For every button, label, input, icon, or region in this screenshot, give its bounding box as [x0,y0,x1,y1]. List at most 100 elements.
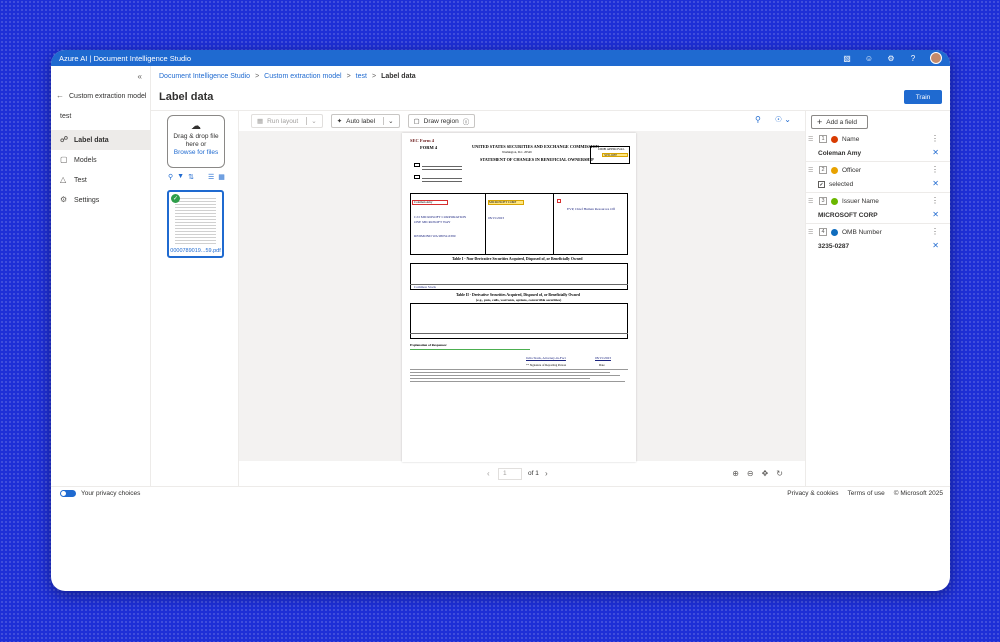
app-title[interactable]: Azure AI | Document Intelligence Studio [59,54,832,63]
field-item[interactable]: ☰ 1 Name ⋮ Coleman Amy ✕ [806,131,950,162]
breadcrumb-studio[interactable]: Document Intelligence Studio [159,73,250,80]
grid-view-icon[interactable]: ▦ [218,173,225,181]
fit-to-page-icon[interactable]: ✥ [762,469,769,478]
privacy-cookies-link[interactable]: Privacy & cookies [787,490,838,497]
nav-item-test[interactable]: △ Test [51,170,151,190]
more-options-icon[interactable]: ⋮ [931,196,939,205]
drag-handle-icon[interactable]: ☰ [808,167,815,174]
sort-icon[interactable]: ⇅ [188,173,194,181]
terms-link[interactable]: Terms of use [848,490,885,497]
clear-label-icon[interactable]: ✕ [932,241,939,250]
info-icon[interactable]: ⓘ [463,116,470,126]
next-page-icon[interactable]: › [545,469,548,478]
notification-icon[interactable]: ▧ [840,51,854,65]
collapse-nav-icon[interactable]: « [138,72,142,81]
field-color-dot[interactable] [831,228,838,236]
nav-item-label-data[interactable]: ☍ Label data [51,130,151,150]
search-icon[interactable]: ⚲ [755,115,761,124]
checkmark-icon: ✓ [171,194,180,203]
project-name: test [60,113,72,120]
clear-label-icon[interactable]: ✕ [932,148,939,157]
smiley-icon[interactable]: ☺ [862,51,876,65]
privacy-choices-link[interactable]: Your privacy choices [81,490,140,497]
viewer-toolbar: ▦ Run layout ⌄ ✦ Auto label ⌄ ▢ Draw reg… [239,111,805,131]
doc-text-line [410,378,590,379]
doc-table-2-title: Table II - Derivative Securities Acquire… [456,293,580,297]
drag-handle-icon[interactable]: ☰ [808,229,815,236]
clear-label-icon[interactable]: ✕ [932,179,939,188]
more-options-icon[interactable]: ⋮ [931,165,939,174]
nav-item-settings[interactable]: ⚙ Settings [51,190,151,210]
draw-region-label: Draw region [423,117,459,125]
field-name: Name [842,135,860,143]
draw-region-icon: ▢ [413,118,420,125]
left-nav: « ← Custom extraction model test ☍ Label… [51,66,151,486]
file-pane: ☁ Drag & drop file here or Browse for fi… [151,111,239,486]
field-color-dot[interactable] [831,197,838,205]
doc-text-line [410,369,628,370]
browse-files-link[interactable]: Browse for files [168,149,224,157]
more-options-icon[interactable]: ⋮ [931,227,939,236]
doc-city-state: REDMOND WA 98052-6399 [414,234,456,238]
add-field-button[interactable]: + Add a field [811,115,868,129]
search-icon[interactable]: ⚲ [168,173,173,181]
cloud-upload-icon: ☁ [191,121,201,132]
field-item[interactable]: ☰ 4 OMB Number ⋮ 3235-0287 ✕ [806,224,950,255]
document-page[interactable]: SEC Form 4 FORM 4 UNITED STATES SECURITI… [402,133,636,462]
field-color-dot[interactable] [831,135,838,143]
doc-agency: UNITED STATES SECURITIES AND EXCHANGE CO… [472,144,599,149]
breadcrumb: Document Intelligence Studio > Custom ext… [159,73,416,80]
doc-statement: STATEMENT OF CHANGES IN BENEFICIAL OWNER… [480,157,594,162]
run-layout-button[interactable]: ▦ Run layout ⌄ [251,114,323,128]
field-color-dot[interactable] [831,166,838,174]
document-viewer: SEC Form 4 FORM 4 UNITED STATES SECURITI… [239,131,805,462]
zoom-out-icon[interactable]: ⊖ [747,469,754,478]
officer-highlight[interactable] [557,199,561,203]
draw-region-button[interactable]: ▢ Draw region ⓘ [407,114,476,128]
avatar[interactable] [930,52,942,64]
file-drop-zone[interactable]: ☁ Drag & drop file here or Browse for fi… [167,115,225,168]
auto-label-icon: ✦ [336,118,343,125]
field-value: 3235-0287 [818,243,850,250]
field-item[interactable]: ☰ 3 Issuer Name ⋮ MICROSOFT CORP ✕ [806,193,950,224]
doc-sig-caption: ** Signature of Reporting Person [526,363,567,367]
grid-icon: ▦ [257,118,264,125]
breadcrumb-separator: > [371,73,377,80]
gear-icon[interactable]: ⚙ [884,51,898,65]
filter-icon[interactable]: ▼ [177,173,184,181]
privacy-toggle-icon[interactable] [60,489,76,497]
doc-text-line [410,372,610,373]
prev-page-icon[interactable]: ‹ [487,469,490,478]
view-toggle-icon[interactable]: ☉ ⌄ [775,115,791,124]
chevron-down-icon[interactable]: ⌄ [306,117,317,125]
clear-label-icon[interactable]: ✕ [932,210,939,219]
zoom-in-icon[interactable]: ⊕ [732,469,739,478]
doc-table-1 [410,263,628,290]
doc-reporting-person: Coleman Amy [414,200,433,204]
breadcrumb-model[interactable]: Custom extraction model [264,73,341,80]
help-icon[interactable]: ? [906,51,920,65]
doc-text-line [422,178,462,179]
list-view-icon[interactable]: ☰ [208,173,214,181]
more-options-icon[interactable]: ⋮ [931,134,939,143]
drag-handle-icon[interactable]: ☰ [808,198,815,205]
doc-text-line [410,381,625,382]
train-button[interactable]: Train [904,90,942,104]
drag-handle-icon[interactable]: ☰ [808,136,815,143]
back-arrow-icon: ← [56,91,64,100]
document-thumbnail[interactable]: ✓ 0000789019...59.pdf [167,190,224,258]
doc-text-line [422,166,462,167]
field-item[interactable]: ☰ 2 Officer ⋮ ✓ selected ✕ [806,162,950,193]
chevron-down-icon[interactable]: ⌄ [383,117,394,125]
field-value: selected [829,181,854,188]
field-index: 2 [819,166,827,174]
page-number-input[interactable]: 1 [498,467,522,480]
nav-item-models[interactable]: ▢ Models [51,150,151,170]
nav-header[interactable]: ← Custom extraction model [56,92,146,100]
auto-label-button[interactable]: ✦ Auto label ⌄ [330,114,400,128]
run-layout-label: Run layout [267,117,299,125]
rotate-icon[interactable]: ↻ [776,469,783,478]
thumbnail-image [175,196,216,244]
breadcrumb-project[interactable]: test [356,73,367,80]
pager: ‹ 1 of 1 › ⊕ ⊖ ✥ ↻ [239,461,805,486]
